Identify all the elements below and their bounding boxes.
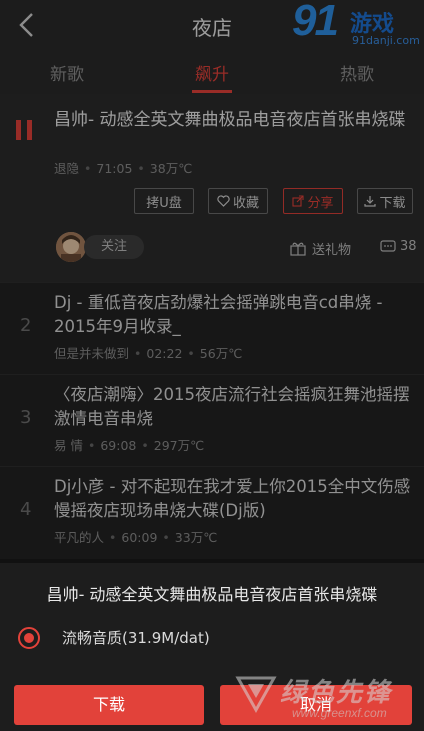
sheet-title: 昌帅- 动感全英文舞曲极品电音夜店首张串烧碟 <box>46 585 378 604</box>
quality-radio[interactable] <box>18 627 40 649</box>
watermark: 绿色先锋 www.greenxf.com <box>232 666 422 726</box>
watermark-logo-icon <box>235 676 277 714</box>
watermark-url: www.greenxf.com <box>292 706 387 720</box>
confirm-download-button[interactable]: 下载 <box>14 685 204 725</box>
watermark-name: 绿色先锋 <box>280 678 393 708</box>
quality-label[interactable]: 流畅音质(31.9M/dat) <box>62 627 210 648</box>
